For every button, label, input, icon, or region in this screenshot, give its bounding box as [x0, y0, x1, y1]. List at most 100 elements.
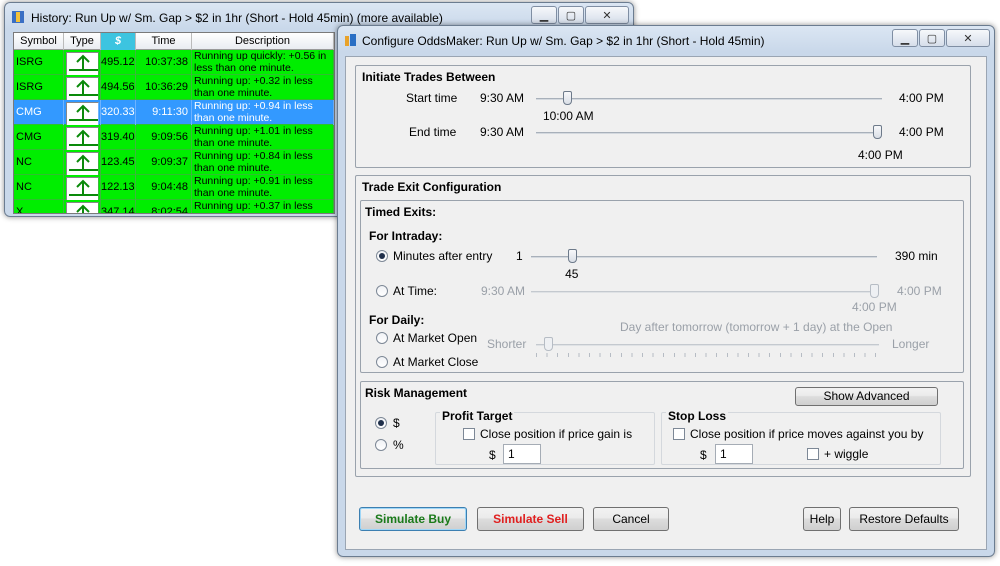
maximize-button[interactable]: ▢ [558, 6, 584, 24]
market-open-label[interactable]: At Market Open [393, 331, 477, 345]
start-time-label: Start time [406, 91, 458, 105]
minutes-after-entry-radio[interactable] [376, 250, 388, 262]
time-cell: 9:09:56 AM [136, 125, 192, 150]
price-cell: 494.56 [101, 75, 136, 100]
up-arrow-icon [66, 202, 99, 213]
dialog-titlebar[interactable]: Configure OddsMaker: Run Up w/ Sm. Gap >… [338, 26, 994, 54]
symbol-cell: CMG [14, 125, 64, 150]
restore-defaults-button[interactable]: Restore Defaults [849, 507, 959, 531]
longer-label: Longer [892, 337, 930, 351]
minutes-after-entry-label[interactable]: Minutes after entry [393, 249, 492, 263]
history-grid[interactable]: Symbol Type $ Time Description ISRG 495.1… [13, 32, 335, 214]
daily-ticks [536, 353, 879, 357]
symbol-cell: CMG [14, 100, 64, 125]
table-row[interactable]: NC 123.459:09:37 AMRunning up: +0.84 in l… [14, 150, 334, 175]
col-type[interactable]: Type [64, 33, 101, 50]
simulate-sell-label: Simulate Sell [493, 512, 568, 526]
up-arrow-icon [66, 127, 99, 150]
close-button[interactable]: ✕ [585, 6, 629, 24]
profit-target-check-label[interactable]: Close position if price gain is [480, 427, 632, 441]
minimize-icon: ▁ [900, 32, 910, 45]
market-close-label[interactable]: At Market Close [393, 355, 478, 369]
table-row[interactable]: X 347.148:02:54 AMRunning up: +0.37 in le… [14, 200, 334, 213]
table-row[interactable]: NC 122.139:04:48 AMRunning up: +0.91 in l… [14, 175, 334, 200]
start-track [536, 98, 882, 100]
history-app-icon [11, 10, 25, 24]
simulate-sell-button[interactable]: Simulate Sell [477, 507, 584, 531]
simulate-buy-button[interactable]: Simulate Buy [359, 507, 467, 531]
maximize-button[interactable]: ▢ [919, 29, 945, 47]
table-row[interactable]: CMG 320.339:11:30 AMRunning up: +0.94 in … [14, 100, 334, 125]
time-cell: 10:37:38 AM [136, 50, 192, 75]
at-time-slider[interactable] [870, 284, 879, 298]
profit-target-checkbox[interactable] [463, 428, 475, 440]
time-cell: 9:04:48 AM [136, 175, 192, 200]
minutes-slider[interactable] [568, 249, 578, 263]
up-arrow-icon [66, 52, 99, 75]
timed-exits-group: Timed Exits: For Intraday: Minutes after… [360, 200, 964, 373]
market-close-radio[interactable] [376, 356, 388, 368]
time-cell: 8:02:54 AM [136, 200, 192, 213]
table-row[interactable]: ISRG 495.1210:37:38 AMRunning up quickly:… [14, 50, 334, 75]
maximize-icon: ▢ [565, 9, 577, 22]
type-cell [64, 75, 101, 100]
price-cell: 347.14 [101, 200, 136, 213]
description-cell: Running up: +0.94 in less than one minut… [192, 100, 334, 125]
col-time[interactable]: Time [136, 33, 192, 50]
minimize-button[interactable]: ▁ [531, 6, 557, 24]
attime-max-label: 4:00 PM [897, 284, 942, 298]
description-cell: Running up: +0.37 in less than one minut… [192, 200, 334, 213]
grid-header: Symbol Type $ Time Description [14, 33, 334, 50]
close-icon: ✕ [602, 9, 612, 22]
wiggle-label[interactable]: + wiggle [824, 447, 868, 461]
start-min-label: 9:30 AM [480, 91, 525, 105]
description-cell: Running up: +1.01 in less than one minut… [192, 125, 334, 150]
stop-dollar-prefix: $ [700, 448, 707, 462]
help-button[interactable]: Help [803, 507, 841, 531]
at-time-label[interactable]: At Time: [393, 284, 437, 298]
close-button[interactable]: ✕ [946, 29, 990, 47]
dollar-label[interactable]: $ [393, 416, 400, 430]
type-cell [64, 200, 101, 213]
attime-track [531, 291, 877, 293]
show-advanced-button[interactable]: Show Advanced [795, 387, 938, 406]
symbol-cell: ISRG [14, 75, 64, 100]
dollar-radio[interactable] [375, 417, 387, 429]
type-cell [64, 150, 101, 175]
price-cell: 320.33 [101, 100, 136, 125]
table-row[interactable]: ISRG 494.5610:36:29 AMRunning up: +0.32 i… [14, 75, 334, 100]
type-cell [64, 100, 101, 125]
cancel-button[interactable]: Cancel [593, 507, 669, 531]
symbol-cell: NC [14, 175, 64, 200]
col-symbol[interactable]: Symbol [14, 33, 64, 50]
start-max-label: 4:00 PM [899, 91, 944, 105]
percent-radio[interactable] [375, 439, 387, 451]
stop-loss-input[interactable]: 1 [715, 444, 753, 464]
daily-slider[interactable] [544, 337, 553, 351]
profit-target-input[interactable]: 1 [503, 444, 541, 464]
percent-label[interactable]: % [393, 438, 404, 452]
end-time-label: End time [409, 125, 457, 139]
col-price[interactable]: $ [101, 33, 136, 50]
description-cell: Running up: +0.84 in less than one minut… [192, 150, 334, 175]
start-time-slider[interactable] [562, 91, 572, 105]
stop-loss-check-label[interactable]: Close position if price moves against yo… [690, 427, 923, 441]
exit-heading: Trade Exit Configuration [362, 180, 502, 194]
wiggle-checkbox[interactable] [807, 448, 819, 460]
intraday-heading: For Intraday: [369, 229, 443, 243]
minimize-button[interactable]: ▁ [892, 29, 918, 47]
minutes-max-label: 390 min [895, 249, 938, 263]
description-cell: Running up: +0.32 in less than one minut… [192, 75, 334, 100]
initiate-heading: Initiate Trades Between [362, 70, 496, 84]
up-arrow-icon [66, 177, 99, 200]
profit-target-heading: Profit Target [440, 409, 515, 423]
stop-loss-checkbox[interactable] [673, 428, 685, 440]
at-time-radio[interactable] [376, 285, 388, 297]
end-time-slider[interactable] [873, 125, 882, 139]
time-cell: 9:11:30 AM [136, 100, 192, 125]
close-icon: ✕ [963, 32, 973, 45]
symbol-cell: NC [14, 150, 64, 175]
table-row[interactable]: CMG 319.409:09:56 AMRunning up: +1.01 in … [14, 125, 334, 150]
market-open-radio[interactable] [376, 332, 388, 344]
col-description[interactable]: Description [192, 33, 334, 50]
